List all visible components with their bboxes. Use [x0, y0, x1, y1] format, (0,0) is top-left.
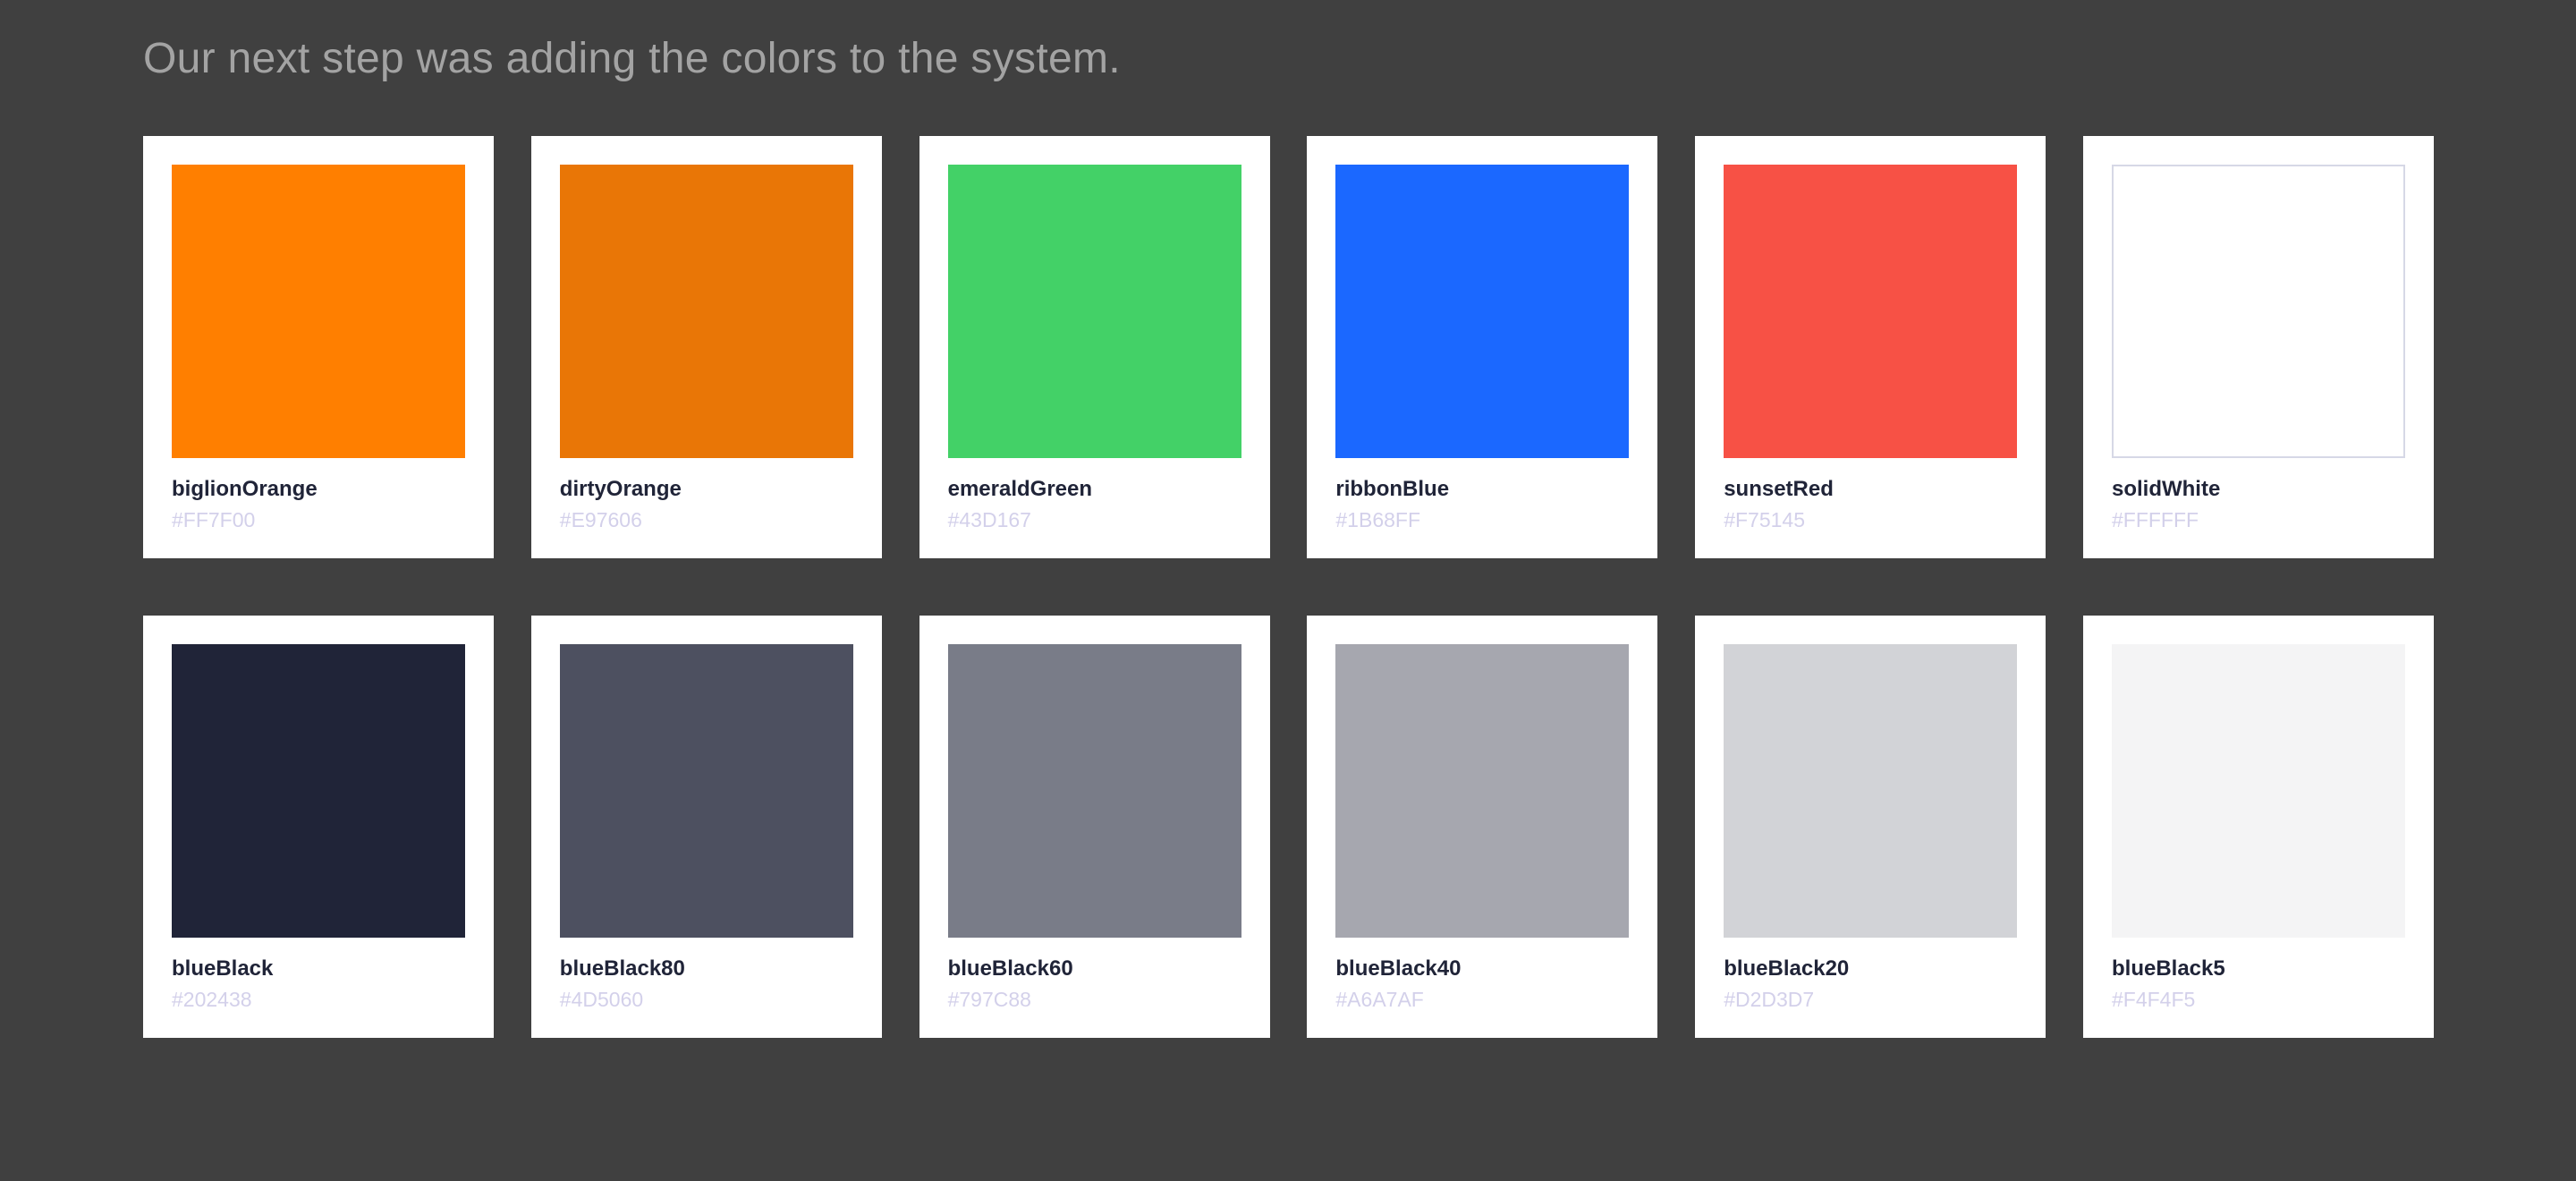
color-swatch: [2111, 644, 2405, 938]
color-name: sunsetRed: [1724, 477, 1834, 501]
color-swatch: [2111, 165, 2405, 458]
color-hex: #1B68FF: [1335, 508, 1420, 531]
color-card: blueBlack40 #A6A7AF: [1307, 616, 1658, 1038]
color-swatch: [1335, 644, 1630, 938]
color-card: blueBlack60 #797C88: [919, 616, 1270, 1038]
color-hex: #797C88: [947, 988, 1031, 1011]
color-card: solidWhite #FFFFFF: [2082, 136, 2434, 558]
color-hex: #43D167: [947, 508, 1031, 531]
color-swatch: [1724, 644, 2018, 938]
color-hex: #F75145: [1724, 508, 1805, 531]
color-card: blueBlack20 #D2D3D7: [1695, 616, 2046, 1038]
color-hex: #F4F4F5: [2111, 988, 2196, 1011]
color-hex: #FFFFFF: [2111, 508, 2199, 531]
color-card: blueBlack5 #F4F4F5: [2082, 616, 2434, 1038]
color-card: blueBlack80 #4D5060: [530, 616, 882, 1038]
color-swatch: [172, 644, 465, 938]
color-hex: #A6A7AF: [1335, 988, 1424, 1011]
color-card: sunsetRed #F75145: [1695, 136, 2046, 558]
color-swatch: [1335, 165, 1630, 458]
color-card: ribbonBlue #1B68FF: [1307, 136, 1658, 558]
color-hex: #D2D3D7: [1724, 988, 1815, 1011]
color-hex: #202438: [172, 988, 252, 1011]
color-name: blueBlack60: [947, 956, 1073, 981]
color-swatch: [559, 165, 853, 458]
color-hex: #FF7F00: [172, 508, 256, 531]
color-name: emeraldGreen: [947, 477, 1093, 501]
color-swatch-grid: biglionOrange #FF7F00 dirtyOrange #E9760…: [143, 136, 2434, 1038]
color-name: blueBlack80: [559, 956, 685, 981]
color-hex: #4D5060: [559, 988, 644, 1011]
color-swatch: [947, 165, 1241, 458]
color-name: biglionOrange: [172, 477, 318, 501]
color-swatch: [559, 644, 853, 938]
color-swatch: [172, 165, 465, 458]
color-card: blueBlack #202438: [143, 616, 494, 1038]
color-swatch: [947, 644, 1241, 938]
color-name: solidWhite: [2111, 477, 2221, 501]
color-name: blueBlack20: [1724, 956, 1850, 981]
page-heading: Our next step was adding the colors to t…: [143, 35, 1121, 82]
color-name: ribbonBlue: [1335, 477, 1450, 501]
color-name: blueBlack5: [2111, 956, 2225, 981]
color-name: blueBlack: [172, 956, 274, 981]
color-card: emeraldGreen #43D167: [919, 136, 1270, 558]
color-hex: #E97606: [559, 508, 642, 531]
color-card: dirtyOrange #E97606: [530, 136, 882, 558]
color-name: blueBlack40: [1335, 956, 1462, 981]
color-swatch: [1724, 165, 2018, 458]
color-name: dirtyOrange: [559, 477, 682, 501]
color-card: biglionOrange #FF7F00: [143, 136, 494, 558]
